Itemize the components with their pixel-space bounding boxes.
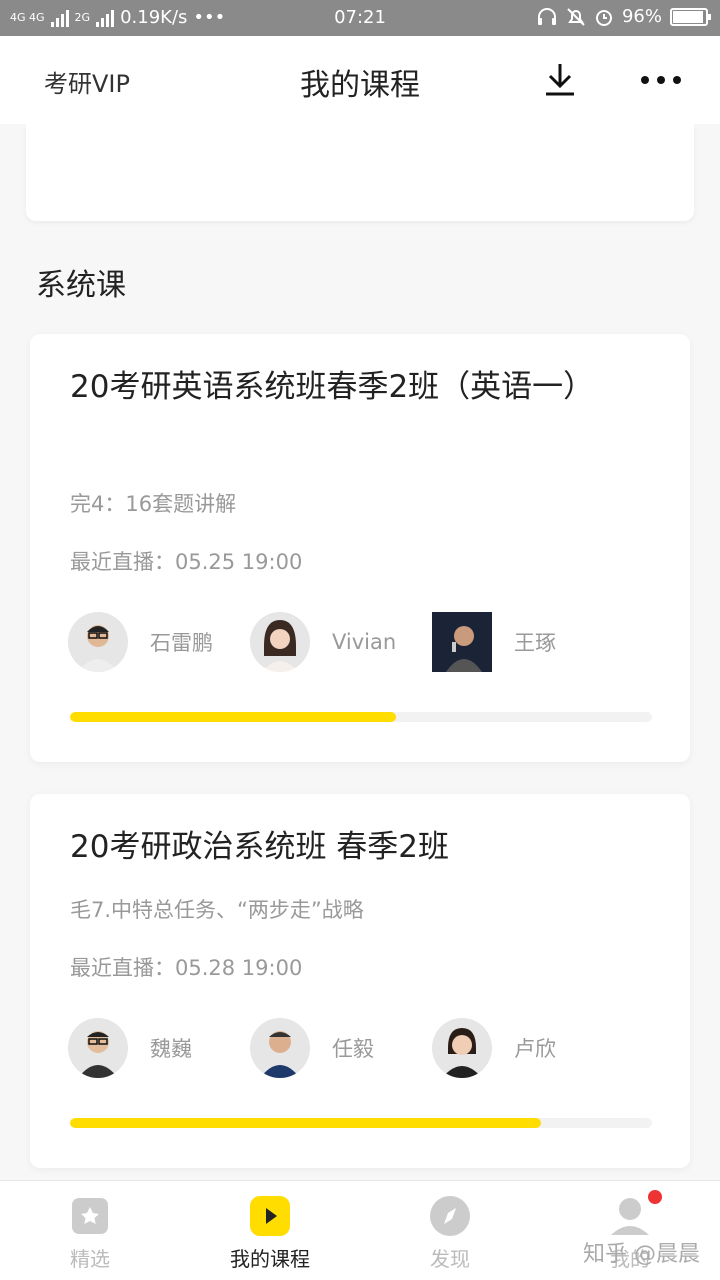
page-title: 我的课程 <box>300 68 420 103</box>
teacher-list: 魏巍 任毅 卢欣 <box>68 1018 614 1078</box>
teacher-name: 卢欣 <box>514 1037 556 1061</box>
teacher-item: 石雷鹏 <box>68 612 228 672</box>
watermark: 知乎 @晨晨 <box>583 1242 700 1267</box>
top-navbar: 考研VIP 我的课程 <box>0 36 720 124</box>
course-title: 20考研英语系统班春季2班（英语一） <box>70 369 595 405</box>
mute-bell-icon <box>567 7 585 26</box>
headset-icon <box>537 7 556 25</box>
teacher-item: 魏巍 <box>68 1018 228 1078</box>
course-card[interactable]: 20考研英语系统班春季2班（英语一） 完4：16套题讲解 最近直播：05.25 … <box>30 334 690 762</box>
battery-icon <box>670 7 711 26</box>
more-options-icon[interactable] <box>636 60 686 100</box>
progress-fill <box>70 1118 542 1128</box>
teacher-name: 魏巍 <box>150 1037 192 1061</box>
tab-label: 发现 <box>430 1247 470 1271</box>
teacher-avatar <box>432 612 492 672</box>
teacher-item: 任毅 <box>250 1018 410 1078</box>
teacher-name: Vivian <box>332 630 397 654</box>
course-progress-text: 毛7.中特总任务、“两步走”战略 <box>70 898 364 922</box>
teacher-avatar <box>250 612 310 672</box>
teacher-avatar <box>250 1018 310 1078</box>
section-title: 系统课 <box>36 268 126 303</box>
previous-card <box>26 124 694 221</box>
teacher-avatar <box>68 1018 128 1078</box>
teacher-avatar <box>432 1018 492 1078</box>
profile-icon <box>609 1195 651 1237</box>
course-progress-bar <box>70 1118 652 1128</box>
main-content: 系统课 20考研英语系统班春季2班（英语一） 完4：16套题讲解 最近直播：05… <box>0 124 720 1180</box>
alarm-icon <box>595 9 612 26</box>
course-card[interactable]: 20考研政治系统班 春季2班 毛7.中特总任务、“两步走”战略 最近直播：05.… <box>30 794 690 1168</box>
progress-fill <box>70 712 396 722</box>
latest-live-time: 最近直播：05.25 19:00 <box>70 550 303 574</box>
status-bar: 4G 4G 2G 0.19K/s ••• 07:21 96% <box>0 0 720 36</box>
teacher-item: 王琢 <box>432 612 592 672</box>
teacher-avatar <box>68 612 128 672</box>
tab-label: 我的课程 <box>230 1247 310 1271</box>
course-progress-bar <box>70 712 652 722</box>
bookmark-icon <box>69 1195 111 1237</box>
tab-label: 精选 <box>70 1247 110 1271</box>
teacher-name: 王琢 <box>514 631 556 655</box>
teacher-item: 卢欣 <box>432 1018 592 1078</box>
notification-dot <box>648 1190 662 1204</box>
latest-live-time: 最近直播：05.28 19:00 <box>70 956 303 980</box>
tab-discover[interactable]: 发现 <box>370 1195 530 1272</box>
teacher-name: 任毅 <box>332 1037 374 1061</box>
play-icon <box>249 1195 291 1237</box>
status-right: 96% <box>536 6 711 27</box>
download-icon[interactable] <box>540 60 580 100</box>
battery-percent: 96% <box>621 6 662 27</box>
course-progress-text: 完4：16套题讲解 <box>70 492 237 516</box>
tab-my-courses[interactable]: 我的课程 <box>190 1195 350 1272</box>
tab-featured[interactable]: 精选 <box>10 1195 170 1272</box>
teacher-item: Vivian <box>250 612 410 672</box>
teacher-name: 石雷鹏 <box>150 631 213 655</box>
compass-icon <box>429 1195 471 1237</box>
course-title: 20考研政治系统班 春季2班 <box>70 829 450 865</box>
teacher-list: 石雷鹏 Vivian 王琢 <box>68 612 614 672</box>
